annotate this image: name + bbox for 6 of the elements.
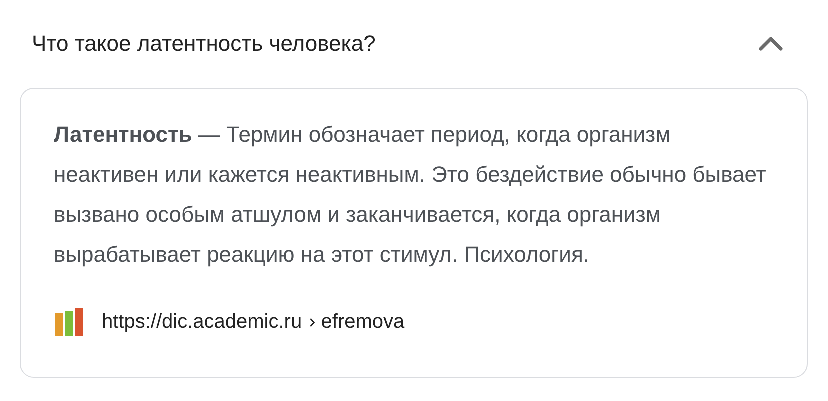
source-url[interactable]: https://dic.academic.ru bbox=[102, 310, 302, 334]
chevron-icon[interactable] bbox=[758, 36, 784, 52]
answer-text: Латентность — Термин обозначает период, когда организм неактивен или кажется неактивным. Это бездействие обычно бывает вызвано особым атшулом и заканчивается, когда организм вырабатывает реакцию на этот стимул. Психология. bbox=[54, 121, 768, 269]
question-text: Что такое латентность человека? bbox=[32, 31, 376, 57]
source-path[interactable]: › efremova bbox=[309, 310, 405, 334]
books-icon bbox=[54, 307, 84, 337]
